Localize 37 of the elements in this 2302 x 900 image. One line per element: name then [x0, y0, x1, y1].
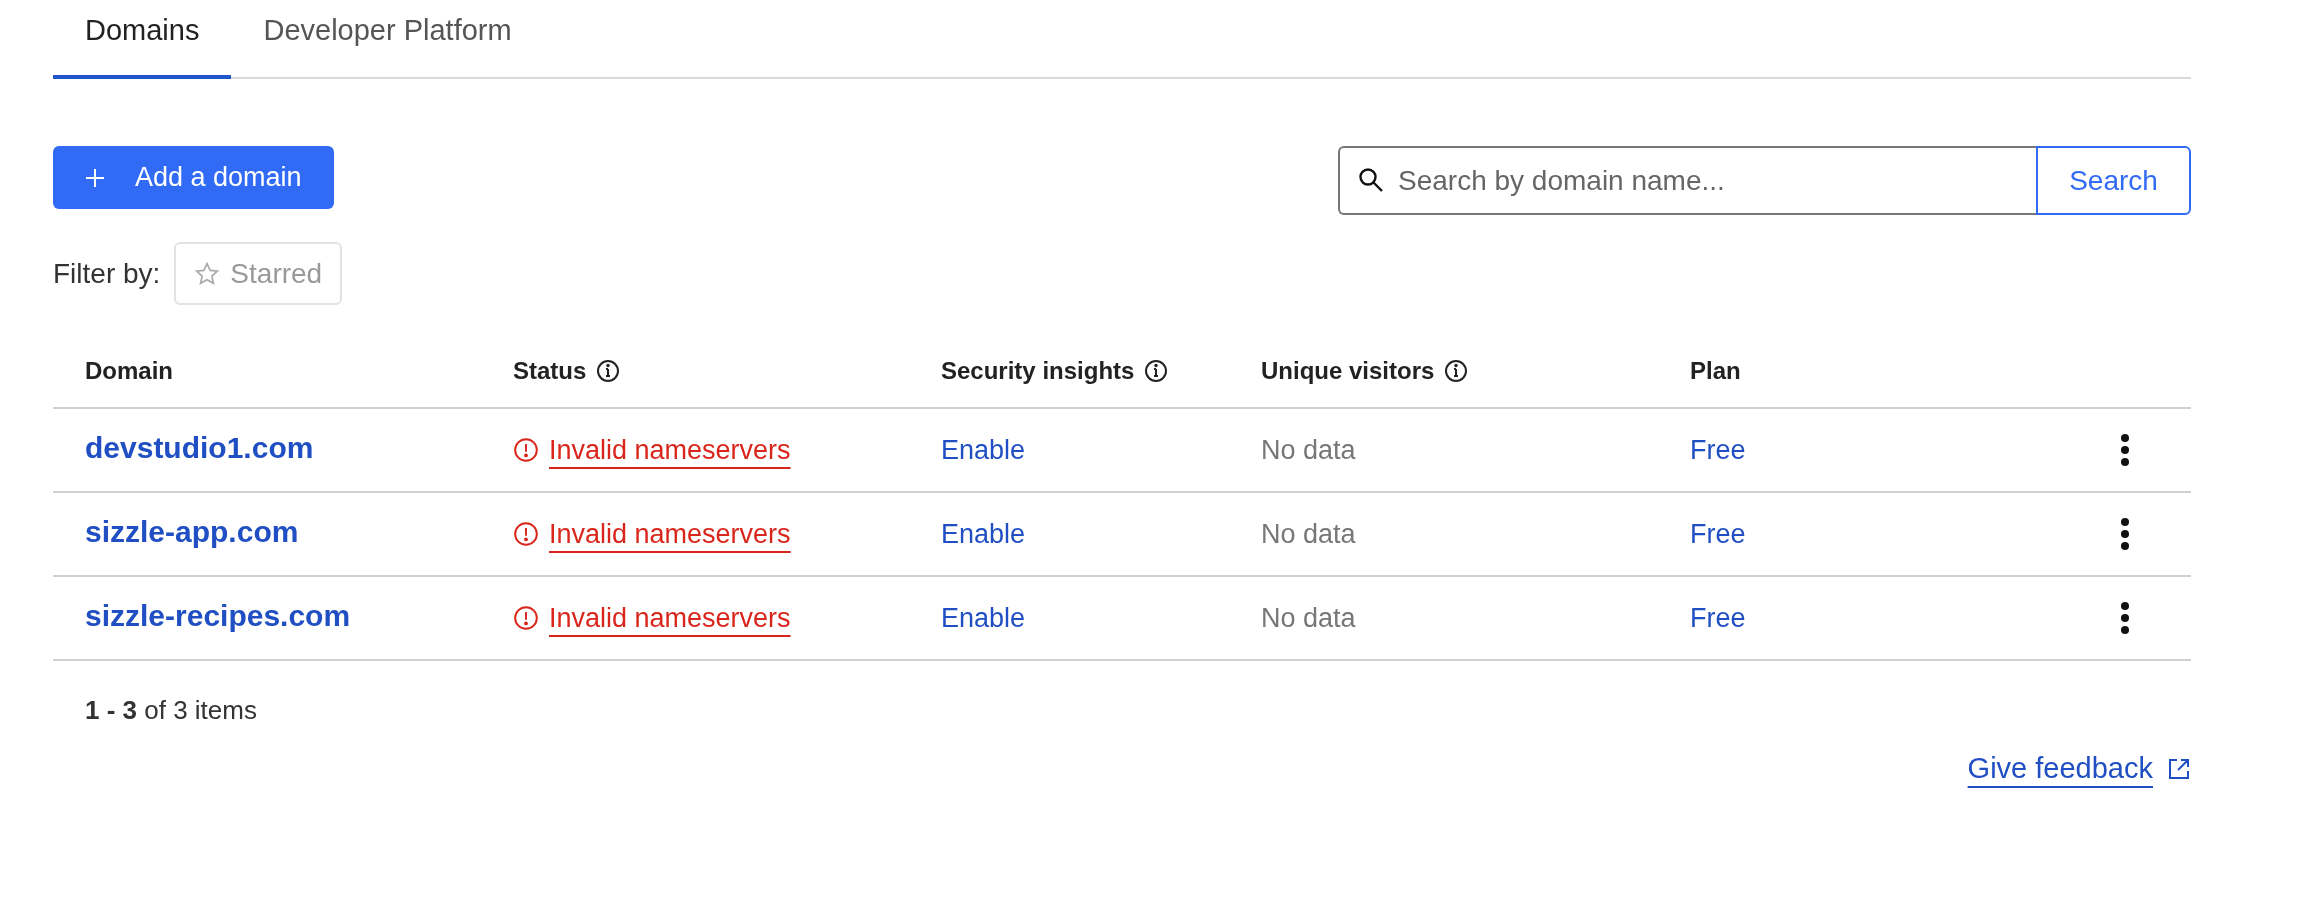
alert-icon	[513, 437, 539, 463]
pagination-summary: 1 - 3 of 3 items	[85, 695, 258, 726]
add-domain-button[interactable]: Add a domain	[53, 146, 334, 209]
tab[interactable]: Developer Platform	[231, 0, 544, 79]
give-feedback-link[interactable]: Give feedback	[1967, 752, 2191, 785]
domain-link[interactable]: devstudio1.com	[85, 431, 314, 465]
column-title: Status	[513, 357, 587, 385]
search-field[interactable]: Search by domain name...	[1338, 146, 2036, 215]
star-icon	[194, 260, 221, 287]
external-link-icon	[2167, 756, 2191, 781]
more-vertical-icon	[2120, 433, 2130, 467]
alert-icon	[513, 605, 539, 631]
plan-link[interactable]: Free	[1690, 518, 1746, 550]
more-vertical-icon	[2120, 601, 2130, 635]
column-title: Plan	[1690, 357, 1741, 385]
visitors-cell: No data	[1261, 518, 1356, 550]
column-title: Security insights	[941, 357, 1135, 385]
plus-icon	[85, 167, 105, 188]
filter-label: Filter by:	[53, 257, 161, 290]
plan-link[interactable]: Free	[1690, 602, 1746, 634]
alert-icon	[513, 521, 539, 547]
column-title: Domain	[85, 357, 173, 385]
column-title: Unique visitors	[1261, 357, 1435, 385]
status-link[interactable]: Invalid nameservers	[513, 602, 791, 634]
domain-link[interactable]: sizzle-recipes.com	[85, 599, 351, 633]
domain-link[interactable]: sizzle-app.com	[85, 515, 299, 549]
search-button[interactable]: Search	[2036, 146, 2191, 215]
visitors-cell: No data	[1261, 602, 1356, 634]
more-vertical-icon	[2120, 517, 2130, 551]
enable-link[interactable]: Enable	[941, 434, 1026, 466]
status-link[interactable]: Invalid nameservers	[513, 434, 791, 466]
visitors-cell: No data	[1261, 434, 1356, 466]
status-link[interactable]: Invalid nameservers	[513, 518, 791, 550]
plan-link[interactable]: Free	[1690, 434, 1746, 466]
tab[interactable]: Domains	[53, 0, 232, 79]
enable-link[interactable]: Enable	[941, 518, 1026, 550]
enable-link[interactable]: Enable	[941, 602, 1026, 634]
